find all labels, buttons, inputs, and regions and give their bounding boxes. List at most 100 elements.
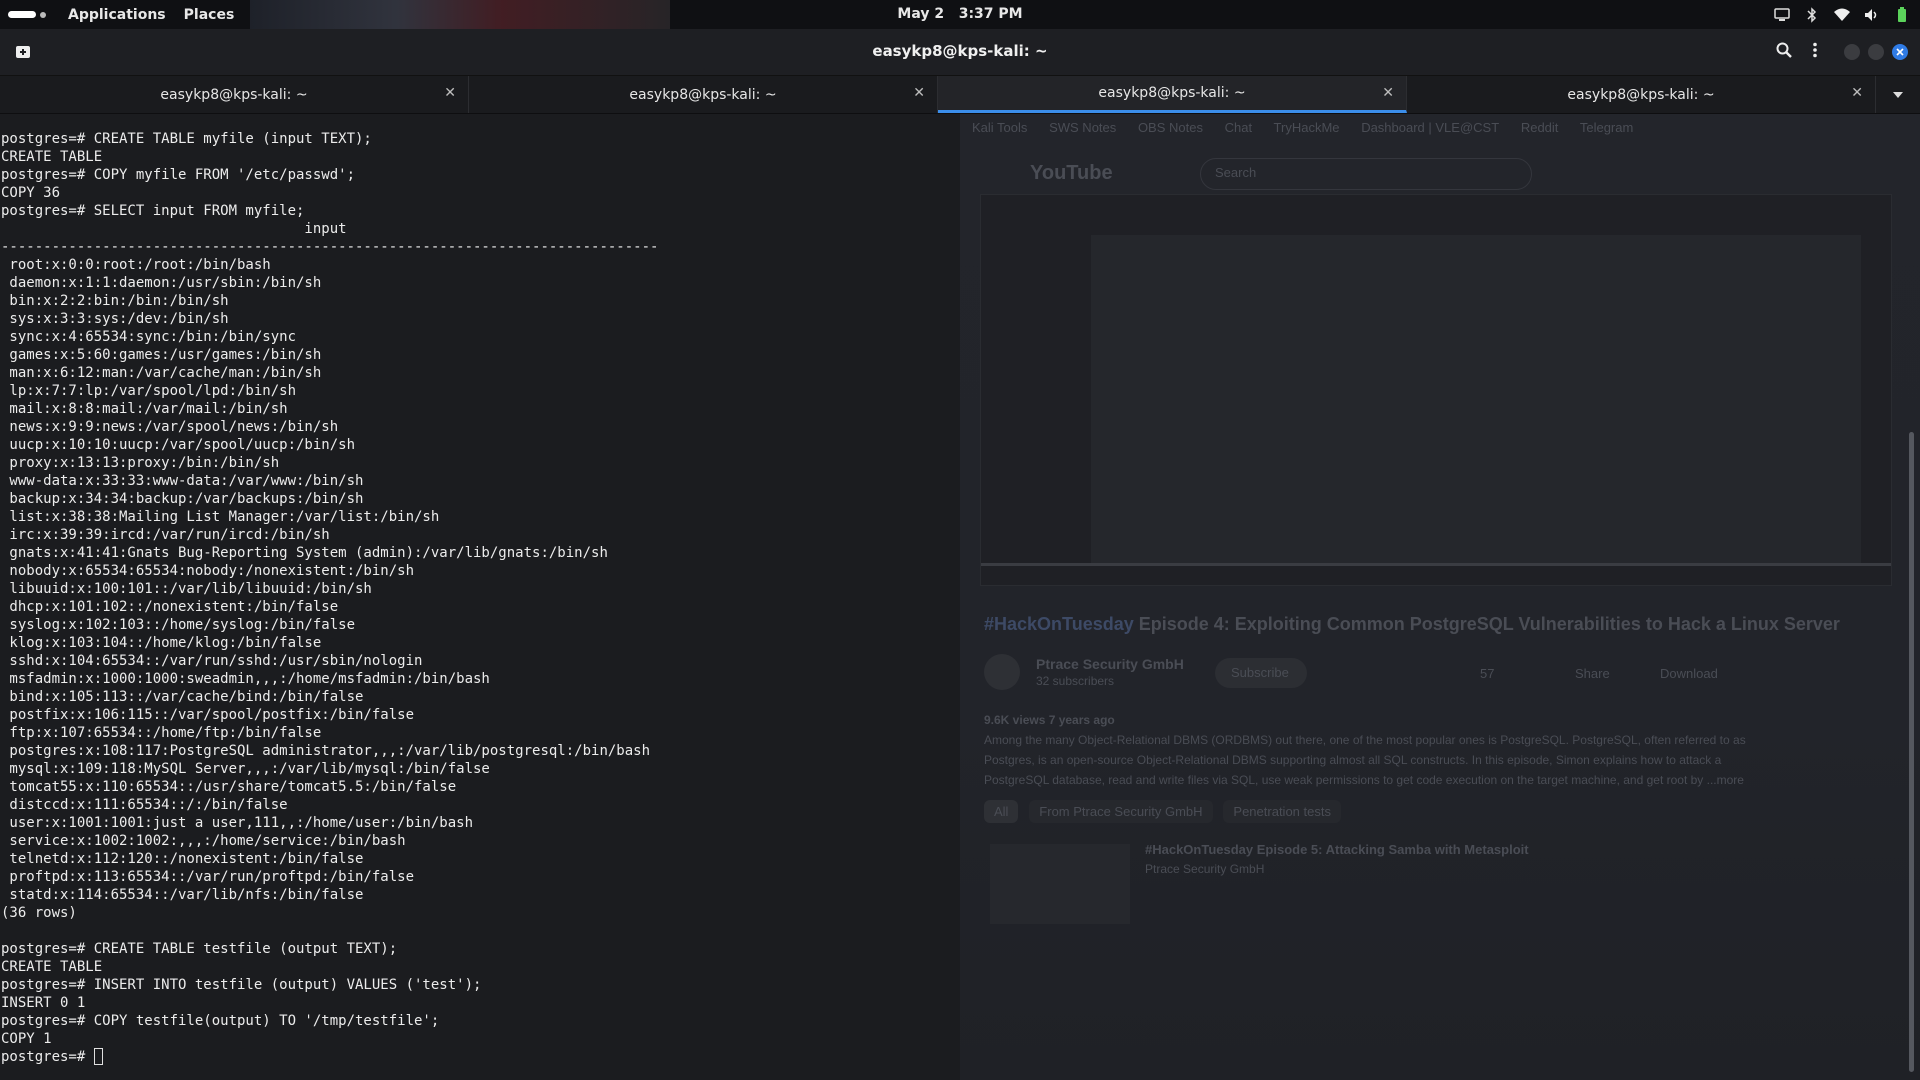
tab-3-active[interactable]: easykp8@kps-kali: ~ ✕ — [938, 76, 1407, 113]
workspace-pill-icon — [8, 11, 36, 18]
terminal-line: CREATE TABLE — [1, 149, 103, 165]
terminal-line: irc:x:39:39:ircd:/var/run/ircd:/bin/sh — [1, 527, 330, 543]
applications-menu[interactable]: Applications — [54, 7, 180, 23]
terminal-line: uucp:x:10:10:uucp:/var/spool/uucp:/bin/s… — [1, 437, 356, 453]
share-label: Share — [1575, 666, 1610, 681]
like-count: 57 — [1480, 666, 1495, 681]
terminal-line: postgres=# CREATE TABLE myfile (input TE… — [1, 131, 372, 147]
terminal-line: msfadmin:x:1000:1000:sweadmin,,,:/home/m… — [1, 671, 490, 687]
next-video-thumbnail — [990, 844, 1130, 924]
terminal-line: ftp:x:107:65534::/home/ftp:/bin/false — [1, 725, 322, 741]
terminal-line: sshd:x:104:65534::/var/run/sshd:/usr/sbi… — [1, 653, 423, 669]
terminal-line: postgres=# COPY testfile(output) TO '/tm… — [1, 1013, 440, 1029]
terminal-line: dhcp:x:101:102::/nonexistent:/bin/false — [1, 599, 339, 615]
terminal-line: ----------------------------------------… — [1, 239, 659, 255]
new-tab-icon[interactable] — [14, 43, 32, 61]
download-label: Download — [1660, 666, 1718, 681]
channel-avatar — [984, 654, 1020, 690]
terminal-line: distccd:x:111:65534::/:/bin/false — [1, 797, 288, 813]
terminal-tabs: easykp8@kps-kali: ~ ✕ easykp8@kps-kali: … — [0, 76, 1920, 114]
subscribe-button: Subscribe — [1215, 658, 1307, 688]
clock-time[interactable]: 3:37 PM — [959, 6, 1023, 22]
tab-4[interactable]: easykp8@kps-kali: ~ ✕ — [1407, 76, 1876, 113]
next-video-channel: Ptrace Security GmbH — [1145, 862, 1265, 876]
terminal-line: www-data:x:33:33:www-data:/var/www:/bin/… — [1, 473, 364, 489]
youtube-search-input: Search — [1200, 158, 1532, 190]
channel-name: Ptrace Security GmbH — [1036, 656, 1184, 672]
window-title: easykp8@kps-kali: ~ — [872, 42, 1048, 60]
terminal-line: telnetd:x:112:120::/nonexistent:/bin/fal… — [1, 851, 364, 867]
terminal-line: gnats:x:41:41:Gnats Bug-Reporting System… — [1, 545, 608, 561]
tab-label: easykp8@kps-kali: ~ — [160, 86, 308, 103]
terminal-prompt: postgres=# — [1, 1049, 94, 1065]
terminal-line: sync:x:4:65534:sync:/bin:/bin/sync — [1, 329, 297, 345]
terminal-line: news:x:9:9:news:/var/spool/news:/bin/sh — [1, 419, 339, 435]
terminal-line: games:x:5:60:games:/usr/games:/bin/sh — [1, 347, 322, 363]
tab-close-icon[interactable]: ✕ — [1382, 85, 1394, 101]
terminal-line: user:x:1001:1001:just a user,111,,:/home… — [1, 815, 474, 831]
terminal-line: man:x:6:12:man:/var/cache/man:/bin/sh — [1, 365, 322, 381]
tab-1[interactable]: easykp8@kps-kali: ~ ✕ — [0, 76, 469, 113]
video-description: 9.6K views 7 years ago Among the many Ob… — [984, 713, 1746, 787]
terminal-line: postgres:x:108:117:PostgreSQL administra… — [1, 743, 651, 759]
close-button[interactable] — [1892, 44, 1908, 60]
terminal-line: postgres=# CREATE TABLE testfile (output… — [1, 941, 398, 957]
background-browser-window: Kali Tools SWS Notes OBS Notes Chat TryH… — [960, 114, 1920, 1080]
places-menu[interactable]: Places — [180, 7, 249, 23]
terminal-line: root:x:0:0:root:/root:/bin/bash — [1, 257, 271, 273]
terminal-output[interactable]: postgres=# CREATE TABLE myfile (input TE… — [1, 130, 658, 1066]
battery-icon[interactable] — [1894, 6, 1910, 23]
tab-close-icon[interactable]: ✕ — [444, 85, 456, 101]
terminal-line: daemon:x:1:1:daemon:/usr/sbin:/bin/sh — [1, 275, 322, 291]
volume-icon[interactable] — [1864, 7, 1880, 23]
terminal-line: tomcat55:x:110:65534::/usr/share/tomcat5… — [1, 779, 457, 795]
terminal-line: backup:x:34:34:backup:/var/backups:/bin/… — [1, 491, 364, 507]
clock-date[interactable]: May 2 — [897, 6, 944, 22]
bookmarks-bar: Kali Tools SWS Notes OBS Notes Chat TryH… — [972, 120, 1634, 135]
terminal-line: bind:x:105:113::/var/cache/bind:/bin/fal… — [1, 689, 364, 705]
terminal-line: COPY 1 — [1, 1031, 52, 1047]
tab-close-icon[interactable]: ✕ — [913, 85, 925, 101]
video-frame — [1091, 235, 1861, 565]
tab-label: easykp8@kps-kali: ~ — [1567, 86, 1715, 103]
next-video-title: #HackOnTuesday Episode 5: Attacking Samb… — [1145, 842, 1529, 857]
channel-subscribers: 32 subscribers — [1036, 674, 1115, 688]
tab-close-icon[interactable]: ✕ — [1851, 85, 1863, 101]
workspace-dot-icon — [40, 11, 46, 18]
terminal-line: nobody:x:65534:65534:nobody:/nonexistent… — [1, 563, 415, 579]
maximize-button[interactable] — [1868, 44, 1884, 60]
terminal-line: postgres=# COPY myfile FROM '/etc/passwd… — [1, 167, 356, 183]
system-status-area[interactable] — [1774, 0, 1910, 29]
menu-kebab-icon[interactable] — [1812, 42, 1818, 62]
terminal-line: mail:x:8:8:mail:/var/mail:/bin/sh — [1, 401, 288, 417]
terminal-line: COPY 36 — [1, 185, 61, 201]
terminal-line: klog:x:103:104::/home/klog:/bin/false — [1, 635, 322, 651]
terminal-line: bin:x:2:2:bin:/bin:/bin/sh — [1, 293, 229, 309]
video-progress — [981, 563, 1891, 566]
close-icon — [1896, 48, 1904, 56]
tab-label: easykp8@kps-kali: ~ — [629, 86, 777, 103]
terminal-line: proftpd:x:113:65534::/var/run/proftpd:/b… — [1, 869, 415, 885]
terminal-line: statd:x:114:65534::/var/lib/nfs:/bin/fal… — [1, 887, 364, 903]
terminal-line: libuuid:x:100:101::/var/lib/libuuid:/bin… — [1, 581, 372, 597]
terminal-scrollbar[interactable] — [1909, 432, 1914, 1072]
activities-indicator[interactable] — [0, 0, 54, 29]
tab-2[interactable]: easykp8@kps-kali: ~ ✕ — [469, 76, 938, 113]
tabs-dropdown-button[interactable] — [1876, 76, 1920, 113]
terminal-line: syslog:x:102:103::/home/syslog:/bin/fals… — [1, 617, 356, 633]
terminal-line: postgres=# SELECT input FROM myfile; — [1, 203, 305, 219]
terminal-line: sys:x:3:3:sys:/dev:/bin/sh — [1, 311, 229, 327]
terminal-cursor — [93, 1048, 103, 1065]
terminal-line: CREATE TABLE — [1, 959, 103, 975]
terminal-header-bar: easykp8@kps-kali: ~ — [0, 29, 1920, 76]
bluetooth-icon[interactable] — [1804, 6, 1820, 23]
window-controls — [1844, 44, 1908, 60]
terminal-line: mysql:x:109:118:MySQL Server,,,:/var/lib… — [1, 761, 490, 777]
search-icon[interactable] — [1776, 42, 1792, 62]
wifi-icon[interactable] — [1834, 7, 1850, 23]
chevron-down-icon — [1893, 91, 1903, 98]
terminal-line: postfix:x:106:115::/var/spool/postfix:/b… — [1, 707, 415, 723]
minimize-button[interactable] — [1844, 44, 1860, 60]
tab-label: easykp8@kps-kali: ~ — [1098, 85, 1246, 101]
screen-share-icon[interactable] — [1774, 7, 1790, 23]
